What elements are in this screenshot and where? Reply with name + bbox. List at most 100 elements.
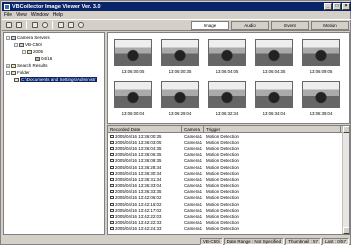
app-icon (4, 3, 10, 10)
minimize-button[interactable]: _ (324, 3, 332, 10)
tab-audio[interactable]: Audio (231, 21, 269, 30)
title-bar[interactable]: VBCollector Image Viewer Ver. 3.0 _ □ × (2, 2, 351, 11)
cell-recorded-date: 2005/04/16 13:42:22:03 (108, 214, 182, 219)
scroll-up-arrow[interactable] (343, 126, 349, 133)
table-row[interactable]: 2005/04/16 13:42:24:33 Camera1 Motion Dete… (108, 226, 349, 232)
tree-label: C:\Documents and Settings\Administr (20, 77, 97, 82)
menu-window[interactable]: Window (31, 12, 49, 18)
menu-help[interactable]: Help (53, 12, 63, 18)
column-recorded-date[interactable]: Recorded Date (108, 126, 182, 132)
vertical-scrollbar[interactable] (342, 126, 349, 234)
cell-trigger: Motion Detection (206, 164, 239, 170)
image-file-icon (110, 196, 114, 200)
status-last: Last : 0/57 (321, 237, 349, 245)
window-title: VBCollector Image Viewer Ver. 3.0 (12, 3, 101, 10)
settings-button[interactable] (76, 21, 85, 30)
thumbnail[interactable]: 13:06:34:04 (255, 81, 293, 116)
cell-trigger: Motion Detection (206, 207, 239, 213)
tree-node-year[interactable]: - 2005 (22, 49, 43, 54)
image-file-icon (110, 184, 114, 188)
cell-camera: Camera1 (184, 226, 203, 232)
thumbnail[interactable]: 13:06:29:04 (161, 81, 199, 116)
tree-label: Camera Servers (17, 35, 50, 40)
table-row[interactable]: 2005/04/16 13:36:30:34 Camera1 Motion Dete… (108, 170, 349, 176)
log-header: Recorded Date Camera Trigger (108, 126, 349, 133)
thumbnail[interactable]: 13:06:09:05 (302, 39, 340, 74)
thumbnail[interactable]: 13:06:00:04 (114, 81, 152, 116)
media-tabs: Image Audio Event Motion (191, 21, 349, 30)
search-button[interactable] (4, 21, 13, 30)
table-row[interactable]: 2005/04/16 13:36:06:35 Camera1 Motion Dete… (108, 152, 349, 158)
tab-image[interactable]: Image (191, 21, 229, 30)
table-row[interactable]: 2005/04/16 13:42:16:02 Camera1 Motion Dete… (108, 201, 349, 207)
filter-button[interactable] (30, 21, 39, 30)
tree-node-folder-path[interactable]: C:\Documents and Settings\Administr (14, 77, 97, 82)
expand-icon[interactable]: + (6, 63, 10, 68)
thumbnail[interactable]: 13:06:32:34 (208, 81, 246, 116)
thumbnail[interactable]: 13:06:00:35 (161, 39, 199, 74)
collapse-icon[interactable]: - (22, 49, 26, 54)
collapse-icon[interactable]: - (14, 42, 18, 47)
thumbnail[interactable]: 13:06:04:05 (208, 39, 246, 74)
cell-recorded-date: 2005/04/16 13:42:17:02 (108, 208, 182, 213)
thumbnail-image (302, 81, 340, 108)
grid-view-button[interactable] (56, 21, 65, 30)
cell-recorded-date: 2005/04/16 13:36:33:35 (108, 189, 182, 194)
tree-label: 04/16 (41, 56, 53, 61)
camera-icon (19, 42, 24, 47)
thumbnail[interactable]: 13:06:04:35 (255, 39, 293, 74)
close-button[interactable]: × (342, 3, 350, 10)
list-button[interactable] (14, 21, 23, 30)
tree-node-camera-servers[interactable]: - Camera Servers (6, 35, 50, 40)
menu-file[interactable]: File (4, 12, 12, 18)
folder-icon (14, 77, 19, 82)
collapse-icon[interactable]: - (6, 70, 10, 75)
menu-view[interactable]: View (16, 12, 27, 18)
table-row[interactable]: 2005/04/16 13:36:28:34 Camera1 Motion Dete… (108, 164, 349, 170)
thumbnail[interactable]: 13:06:00:05 (114, 39, 152, 74)
thumbnail-time: 13:06:09:05 (309, 69, 333, 74)
thumbnail-image (114, 81, 152, 108)
cell-recorded-date: 2005/04/16 13:36:30:34 (108, 171, 182, 176)
table-row[interactable]: 2005/04/16 13:36:04:35 Camera1 Motion Dete… (108, 145, 349, 151)
status-server: VB-C50i (199, 237, 223, 245)
tree-node-folder[interactable]: - Folder (6, 70, 30, 75)
cell-camera: Camera1 (184, 201, 203, 207)
tab-motion[interactable]: Motion (311, 21, 349, 30)
table-row[interactable]: 2005/04/16 13:36:31:34 Camera1 Motion Dete… (108, 176, 349, 182)
refresh-icon (41, 22, 48, 28)
cell-trigger: Motion Detection (206, 139, 239, 145)
tree-node-server[interactable]: - VB-C50i (14, 42, 42, 47)
tree-node-date[interactable]: 04/16 (35, 56, 52, 61)
column-trigger[interactable]: Trigger (204, 126, 341, 132)
cell-recorded-date: 2005/04/16 13:36:04:35 (108, 146, 182, 151)
table-row[interactable]: 2005/04/16 13:36:33:04 Camera1 Motion Dete… (108, 183, 349, 189)
scroll-down-arrow[interactable] (343, 227, 349, 234)
thumbnail-time: 13:06:29:04 (168, 111, 192, 116)
cell-camera: Camera1 (184, 207, 203, 213)
tab-event[interactable]: Event (271, 21, 309, 30)
table-row[interactable]: 2005/04/16 13:42:17:02 Camera1 Motion Dete… (108, 207, 349, 213)
thumbnail-time: 13:06:04:05 (215, 69, 239, 74)
details-view-button[interactable] (66, 21, 75, 30)
table-row[interactable]: 2005/04/16 13:42:06:02 Camera1 Motion Dete… (108, 195, 349, 201)
table-row[interactable]: 2005/04/16 13:36:33:35 Camera1 Motion Dete… (108, 189, 349, 195)
table-row[interactable]: 2005/04/16 13:36:00:35 Camera1 Motion Dete… (108, 133, 349, 139)
table-row[interactable]: 2005/04/16 13:36:03:05 Camera1 Motion Dete… (108, 139, 349, 145)
refresh-button[interactable] (40, 21, 49, 30)
list-icon (15, 22, 22, 28)
image-file-icon (110, 227, 114, 231)
cell-text: 2005/04/16 13:36:33:35 (115, 189, 162, 195)
image-file-icon (110, 221, 114, 225)
cell-camera: Camera1 (184, 176, 203, 182)
table-row[interactable]: 2005/04/16 13:42:22:33 Camera1 Motion Dete… (108, 220, 349, 226)
thumbnail[interactable]: 13:06:39:04 (302, 81, 340, 116)
table-row[interactable]: 2005/04/16 13:42:22:03 Camera1 Motion Dete… (108, 213, 349, 219)
image-file-icon (110, 134, 114, 138)
table-row[interactable]: 2005/04/16 13:36:09:35 Camera1 Motion Dete… (108, 158, 349, 164)
thumbnail-image (255, 39, 293, 66)
tree-node-search-results[interactable]: + Search Results (6, 63, 48, 68)
collapse-icon[interactable]: - (6, 35, 10, 40)
column-camera[interactable]: Camera (182, 126, 204, 132)
maximize-button[interactable]: □ (333, 3, 341, 10)
